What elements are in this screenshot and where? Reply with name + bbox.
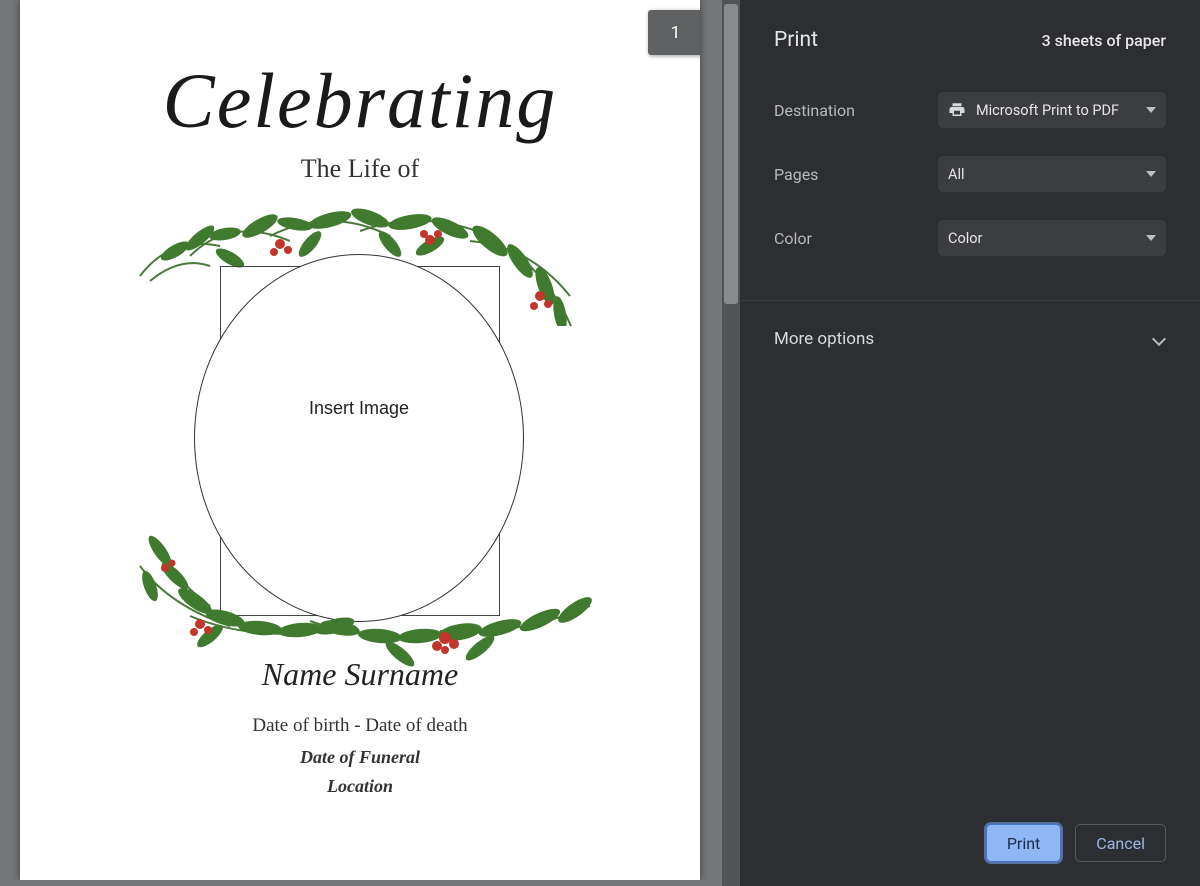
panel-title: Print (774, 28, 818, 52)
doc-date-of-birth-death: Date of birth - Date of death (20, 715, 700, 737)
print-button-label: Print (1007, 834, 1040, 853)
cancel-button[interactable]: Cancel (1075, 824, 1166, 862)
panel-header: Print 3 sheets of paper (740, 0, 1200, 74)
destination-row: Destination Microsoft Print to PDF (774, 78, 1166, 142)
pages-dropdown[interactable]: All (938, 156, 1166, 192)
color-row: Color Color (774, 206, 1166, 270)
page-number: 1 (671, 23, 681, 43)
preview-inner: 1 Celebrating The Life of (0, 0, 720, 880)
destination-label: Destination (774, 101, 855, 120)
printer-icon (948, 101, 966, 119)
doc-subtitle-life-of: The Life of (20, 154, 700, 184)
frame-oval: Insert Image (194, 254, 524, 622)
chevron-down-icon (1152, 332, 1166, 346)
chevron-down-icon (1146, 235, 1156, 241)
preview-scrollbar-thumb[interactable] (724, 4, 738, 304)
destination-dropdown[interactable]: Microsoft Print to PDF (938, 92, 1166, 128)
pages-value: All (948, 166, 1146, 183)
page-1: 1 Celebrating The Life of (20, 0, 700, 880)
preview-scrollbar-vertical[interactable] (722, 0, 740, 886)
color-value: Color (948, 230, 1146, 247)
doc-date-of-funeral: Date of Funeral (20, 747, 700, 768)
color-dropdown[interactable]: Color (938, 220, 1166, 256)
more-options-toggle[interactable]: More options (740, 301, 1200, 377)
more-options-label: More options (774, 329, 874, 349)
print-settings-panel: Print 3 sheets of paper Destination Micr… (740, 0, 1200, 886)
image-frame: Insert Image (170, 206, 550, 646)
chevron-down-icon (1146, 107, 1156, 113)
panel-options: Destination Microsoft Print to PDF Pages… (740, 74, 1200, 288)
chevron-down-icon (1146, 171, 1156, 177)
doc-name-surname: Name Surname (20, 656, 700, 693)
pages-label: Pages (774, 165, 818, 184)
sheet-count: 3 sheets of paper (1042, 31, 1166, 50)
print-preview-pane: 1 Celebrating The Life of (0, 0, 740, 886)
destination-value: Microsoft Print to PDF (976, 102, 1146, 119)
doc-title-celebrating: Celebrating (20, 62, 700, 140)
panel-footer: Print Cancel (740, 824, 1200, 886)
document-content: Celebrating The Life of (20, 62, 700, 880)
preview-scroll: 1 Celebrating The Life of (0, 0, 720, 880)
doc-location: Location (20, 776, 700, 797)
color-label: Color (774, 229, 812, 248)
print-button[interactable]: Print (986, 824, 1061, 862)
cancel-button-label: Cancel (1096, 834, 1145, 853)
insert-image-placeholder: Insert Image (309, 398, 409, 419)
pages-row: Pages All (774, 142, 1166, 206)
page-number-indicator: 1 (648, 10, 700, 55)
